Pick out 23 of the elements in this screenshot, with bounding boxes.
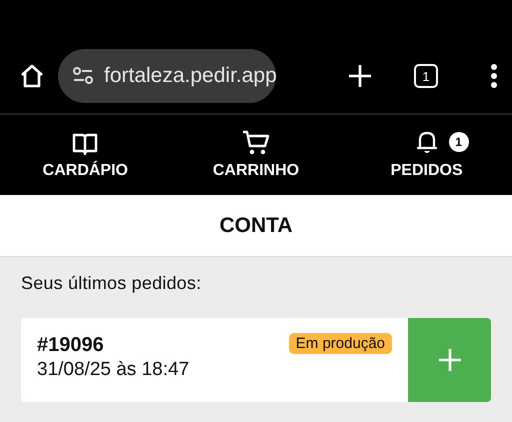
new-tab-icon[interactable]: [348, 64, 372, 88]
nav-label[interactable]: CARRINHO: [212, 162, 300, 180]
notification-badge: 1: [448, 132, 469, 152]
plus-icon: [438, 349, 460, 371]
nav-label[interactable]: PEDIDOS: [390, 162, 463, 180]
url-text: fortaleza.pedir.app: [104, 64, 277, 88]
order-card[interactable]: #19096 31/08/25 às 18:47 Em produção: [21, 318, 491, 402]
tab-count-button[interactable]: 1: [414, 64, 438, 88]
site-settings-icon[interactable]: [72, 66, 94, 86]
address-bar[interactable]: fortaleza.pedir.app: [58, 49, 276, 103]
section-heading: Seus últimos pedidos:: [21, 273, 202, 294]
nav-tab[interactable]: CARRINHO: [180, 130, 331, 180]
menu-icon[interactable]: [490, 64, 498, 88]
order-number: #19096: [37, 334, 104, 357]
book-icon: [72, 132, 98, 156]
nav-tab[interactable]: CARDÁPIO: [10, 130, 160, 180]
order-datetime: 31/08/25 às 18:47: [37, 359, 190, 381]
cart-icon: [242, 130, 270, 156]
bell-icon: [414, 130, 439, 156]
status-tag: Em produção: [288, 333, 392, 354]
nav-tab[interactable]: 1 PEDIDOS: [352, 130, 502, 180]
nav-label[interactable]: CARDÁPIO: [42, 162, 128, 180]
page-title: CONTA: [219, 214, 293, 238]
